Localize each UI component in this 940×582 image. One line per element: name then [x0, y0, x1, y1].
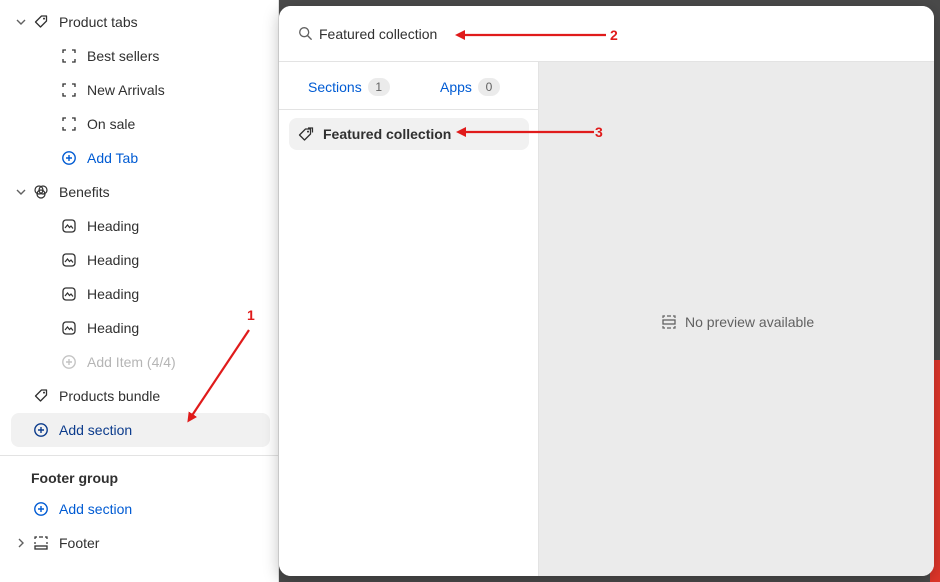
no-preview-message: No preview available	[661, 314, 814, 330]
sidebar-item-label: Heading	[87, 218, 140, 234]
results-pane: Sections 1 Apps 0 Featured collection	[279, 62, 539, 576]
result-tabs: Sections 1 Apps 0	[279, 62, 539, 110]
search-input[interactable]	[319, 22, 619, 46]
sidebar-item-label: Footer	[59, 535, 100, 551]
sidebar-item-products-bundle[interactable]: Products bundle	[0, 381, 279, 411]
chevron-down-icon[interactable]	[14, 185, 28, 199]
tab-apps[interactable]: Apps 0	[440, 77, 500, 97]
tag-icon	[34, 15, 48, 28]
add-tab-label: Add Tab	[87, 150, 139, 166]
sidebar-item-label: Benefits	[59, 184, 110, 200]
sidebar-item-label: On sale	[87, 116, 136, 132]
footer-group-title: Footer group	[0, 463, 279, 493]
add-section-label: Add section	[59, 422, 133, 438]
add-section-label: Add section	[59, 501, 133, 517]
search-bar	[279, 6, 934, 62]
tab-label: Apps	[440, 79, 472, 95]
add-section-popover: Sections 1 Apps 0 Featured collection No…	[279, 6, 934, 576]
sidebar-item-heading[interactable]: Heading	[0, 211, 279, 241]
add-section-button[interactable]: Add section	[0, 415, 279, 445]
footer-add-section-button[interactable]: Add section	[0, 494, 279, 524]
result-label: Featured collection	[323, 126, 452, 142]
sidebar-item-best-sellers[interactable]: Best sellers	[0, 41, 279, 71]
sidebar-item-label: Heading	[87, 252, 140, 268]
image-icon	[62, 253, 76, 267]
image-icon	[62, 321, 76, 335]
add-item-button: Add Item (4/4)	[0, 347, 279, 377]
result-item-featured-collection[interactable]: Featured collection	[289, 118, 529, 150]
sidebar-item-label: Products bundle	[59, 388, 161, 404]
block-frame-icon	[62, 49, 76, 63]
count-badge: 0	[477, 78, 500, 96]
sidebar-item-label: Heading	[87, 286, 140, 302]
tag-icon	[298, 127, 314, 141]
chevron-down-icon[interactable]	[14, 15, 28, 29]
layout-section-icon	[662, 315, 676, 329]
add-item-label: Add Item (4/4)	[87, 354, 176, 370]
no-preview-label: No preview available	[685, 314, 815, 330]
sidebar-item-label: Product tabs	[59, 14, 138, 30]
annotation-number-1: 1	[247, 307, 255, 323]
sidebar-item-heading[interactable]: Heading	[0, 279, 279, 309]
sidebar-item-label: Heading	[87, 320, 140, 336]
sidebar: Product tabs Best sellers New Arrivals O…	[0, 0, 279, 582]
annotation-number-2: 2	[610, 27, 618, 43]
sidebar-item-product-tabs[interactable]: Product tabs	[0, 7, 279, 37]
chevron-right-icon[interactable]	[14, 536, 28, 550]
tag-icon	[34, 389, 48, 402]
image-icon	[62, 287, 76, 301]
block-frame-icon	[62, 83, 76, 97]
count-badge: 1	[367, 78, 390, 96]
image-icon	[62, 219, 76, 233]
search-icon	[299, 27, 312, 40]
group-title-label: Footer group	[31, 470, 119, 486]
block-frame-icon	[62, 117, 76, 131]
tab-label: Sections	[308, 79, 362, 95]
sidebar-item-benefits[interactable]: Benefits	[0, 177, 279, 207]
sidebar-divider	[0, 455, 279, 456]
sidebar-item-footer[interactable]: Footer	[0, 528, 279, 558]
sidebar-item-new-arrivals[interactable]: New Arrivals	[0, 75, 279, 105]
add-tab-button[interactable]: Add Tab	[0, 143, 279, 173]
plus-circle-icon	[62, 151, 76, 165]
benefits-icon	[34, 185, 48, 199]
sidebar-item-heading[interactable]: Heading	[0, 245, 279, 275]
sidebar-item-on-sale[interactable]: On sale	[0, 109, 279, 139]
plus-circle-icon	[34, 502, 48, 516]
sidebar-item-label: Best sellers	[87, 48, 160, 64]
plus-circle-icon	[62, 355, 76, 369]
sidebar-item-label: New Arrivals	[87, 82, 165, 98]
sidebar-item-heading[interactable]: Heading	[0, 313, 279, 343]
footer-layout-icon	[34, 536, 48, 550]
plus-circle-icon	[34, 423, 48, 437]
tab-sections[interactable]: Sections 1	[308, 77, 390, 97]
annotation-number-3: 3	[595, 124, 603, 140]
